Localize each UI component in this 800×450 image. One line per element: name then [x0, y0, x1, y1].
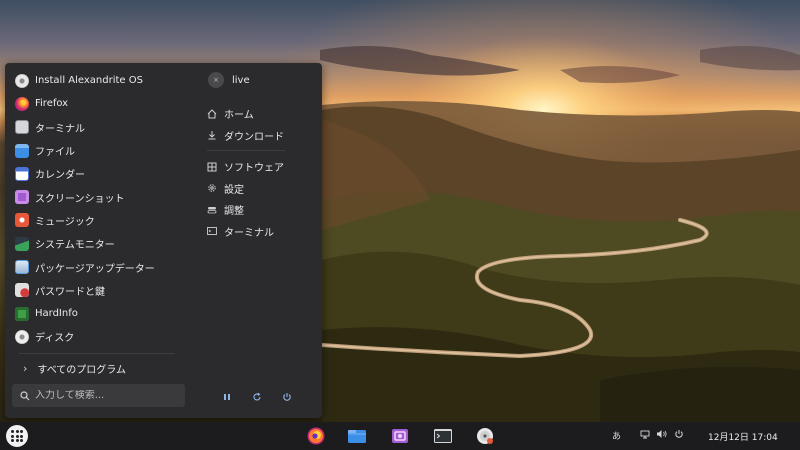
app-hardinfo[interactable]: HardInfo [15, 302, 195, 325]
divider [19, 353, 175, 354]
folder-icon [15, 143, 29, 158]
clock[interactable]: 12月12日 17:04 [708, 430, 778, 443]
divider [207, 150, 285, 151]
settings-icon [207, 183, 217, 193]
terminal-small-icon [207, 226, 217, 236]
terminal-icon [434, 429, 452, 443]
system-settings[interactable]: 設定 [207, 178, 307, 200]
disks-icon [15, 329, 29, 344]
place-downloads[interactable]: ダウンロード [207, 125, 307, 147]
application-menu: Install Alexandrite OS Firefox ターミナル ファイ… [5, 63, 322, 418]
restart-icon [253, 392, 261, 401]
disc-installer-icon [477, 428, 493, 444]
place-home[interactable]: ホーム [207, 103, 307, 125]
app-label: システムモニター [35, 240, 115, 252]
app-screenshot[interactable]: スクリーンショット [15, 185, 195, 208]
screenshot-icon [392, 429, 408, 443]
app-label: スクリーンショット [35, 193, 125, 205]
system-tweaks[interactable]: 調整 [207, 199, 307, 221]
user-name: live [232, 74, 250, 86]
taskbar-installer[interactable] [475, 426, 495, 446]
passwords-keys-icon [15, 283, 29, 298]
taskbar-terminal[interactable] [433, 426, 453, 446]
app-label: ターミナル [35, 123, 85, 135]
app-install-alexandrite[interactable]: Install Alexandrite OS [15, 69, 195, 92]
chevron-right-icon: › [23, 361, 28, 375]
disc-installer-icon [15, 73, 29, 88]
avatar: × [208, 72, 224, 88]
app-disks[interactable]: ディスク [15, 325, 195, 348]
system-software[interactable]: ソフトウェア [207, 156, 307, 178]
system-monitor-icon [15, 236, 29, 251]
system-label: 設定 [224, 184, 244, 196]
download-icon [207, 130, 217, 140]
home-icon [207, 109, 217, 119]
suspend-button[interactable] [219, 390, 235, 404]
app-system-monitor[interactable]: システムモニター [15, 232, 195, 255]
screenshot-icon [15, 190, 29, 205]
all-programs-button[interactable]: › すべてのプログラム [23, 359, 126, 377]
app-label: パスワードと鍵 [35, 286, 105, 298]
all-programs-label: すべてのプログラム [37, 364, 127, 376]
user-account-button[interactable]: × live [208, 71, 250, 89]
app-grid-button[interactable] [6, 425, 28, 447]
app-label: Install Alexandrite OS [35, 75, 143, 87]
system-terminal[interactable]: ターミナル [207, 221, 307, 243]
firefox-icon [307, 427, 325, 445]
taskbar: あ 12月12日 17:04 [0, 422, 800, 450]
search-input[interactable] [35, 390, 175, 401]
app-passwords-keys[interactable]: パスワードと鍵 [15, 279, 195, 302]
app-label: ミュージック [35, 216, 95, 228]
search-icon [20, 390, 30, 400]
power-button[interactable] [279, 390, 295, 404]
taskbar-screenshot[interactable] [390, 426, 410, 446]
app-music[interactable]: ミュージック [15, 209, 195, 232]
software-icon [207, 162, 217, 172]
app-label: HardInfo [35, 308, 78, 320]
music-icon [15, 213, 29, 228]
package-updater-icon [15, 260, 29, 275]
app-label: カレンダー [35, 170, 85, 182]
input-method-indicator[interactable]: あ [612, 429, 621, 442]
place-label: ダウンロード [224, 131, 284, 143]
power-icon [283, 393, 291, 401]
search-box[interactable] [12, 384, 185, 407]
app-label: パッケージアップデーター [35, 263, 155, 275]
places-list: ホーム ダウンロード ソフトウェア 設定 調整 ターミナル [207, 103, 307, 242]
app-terminal[interactable]: ターミナル [15, 116, 195, 139]
restart-button[interactable] [249, 390, 265, 404]
system-label: ターミナル [224, 227, 274, 239]
app-firefox[interactable]: Firefox [15, 92, 195, 115]
volume-icon[interactable] [656, 429, 668, 442]
app-label: ディスク [35, 333, 75, 345]
place-label: ホーム [224, 110, 254, 122]
app-label: ファイル [35, 147, 75, 159]
app-calendar[interactable]: カレンダー [15, 162, 195, 185]
app-package-updater[interactable]: パッケージアップデーター [15, 255, 195, 278]
files-icon [348, 430, 366, 443]
app-label: Firefox [35, 98, 69, 110]
calendar-icon [15, 166, 29, 181]
firefox-icon [15, 96, 29, 111]
network-icon[interactable] [640, 429, 650, 442]
system-power-icon[interactable] [674, 429, 684, 442]
tweaks-icon [207, 205, 217, 215]
pause-icon [224, 394, 230, 400]
terminal-icon [15, 120, 29, 135]
app-list: Install Alexandrite OS Firefox ターミナル ファイ… [15, 69, 195, 349]
system-label: 調整 [224, 206, 244, 218]
system-label: ソフトウェア [224, 163, 284, 175]
app-files[interactable]: ファイル [15, 139, 195, 162]
hardinfo-icon [15, 306, 29, 321]
taskbar-firefox[interactable] [306, 426, 326, 446]
taskbar-files[interactable] [347, 426, 367, 446]
